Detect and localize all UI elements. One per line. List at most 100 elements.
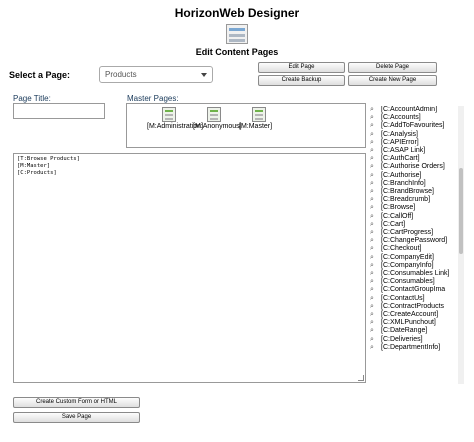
component-label[interactable]: [C:CallOff] [381,213,462,221]
magnifier-icon[interactable]: ⌕ [370,229,381,237]
component-label[interactable]: [C:ContractProducts [381,303,462,311]
magnifier-icon[interactable]: ⌕ [370,139,381,147]
component-list-item[interactable]: ⌕ [C:AccountAdmin] [370,106,462,114]
magnifier-icon[interactable]: ⌕ [370,204,381,212]
save-page-button[interactable]: Save Page [13,412,140,423]
component-list-item[interactable]: ⌕ [C:ContractProducts [370,303,462,311]
magnifier-icon[interactable]: ⌕ [370,237,381,245]
component-label[interactable]: [C:Deliveries] [381,336,462,344]
magnifier-icon[interactable]: ⌕ [370,180,381,188]
component-label[interactable]: [C:APIError] [381,139,462,147]
component-label[interactable]: [C:Authorise Orders] [381,163,462,171]
magnifier-icon[interactable]: ⌕ [370,286,381,294]
component-list-item[interactable]: ⌕ [C:CartProgress] [370,229,462,237]
master-page-icon[interactable] [162,107,176,122]
component-label[interactable]: [C:Checkout] [381,245,462,253]
component-list-item[interactable]: ⌕ [C:BranchInfo] [370,180,462,188]
component-list-item[interactable]: ⌕ [C:DateRange] [370,327,462,335]
master-page-name[interactable]: [M:Anonymous] [193,123,242,130]
component-list-item[interactable]: ⌕ [C:AuthCart] [370,155,462,163]
magnifier-icon[interactable]: ⌕ [370,163,381,171]
component-label[interactable]: [C:AddToFavourites] [381,122,462,130]
component-list-item[interactable]: ⌕ [C:Consumables] [370,278,462,286]
component-label[interactable]: [C:Browse] [381,204,462,212]
component-list-item[interactable]: ⌕ [C:ChangePassword] [370,237,462,245]
component-label[interactable]: [C:Consumables Link] [381,270,462,278]
component-list-item[interactable]: ⌕ [C:Analysis] [370,131,462,139]
component-list-item[interactable]: ⌕ [C:Browse] [370,204,462,212]
magnifier-icon[interactable]: ⌕ [370,245,381,253]
component-list-item[interactable]: ⌕ [C:Deliveries] [370,336,462,344]
resize-grip-icon[interactable] [358,375,364,381]
create-new-page-button[interactable]: Create New Page [348,75,437,86]
delete-page-button[interactable]: Delete Page [348,62,437,73]
magnifier-icon[interactable]: ⌕ [370,122,381,130]
component-label[interactable]: [C:Authorise] [381,172,462,180]
create-custom-form-button[interactable]: Create Custom Form or HTML [13,397,140,408]
component-list-item[interactable]: ⌕ [C:Checkout] [370,245,462,253]
component-label[interactable]: [C:ContactGroupIma [381,286,462,294]
components-scrollbar[interactable] [458,106,464,384]
component-list-item[interactable]: ⌕ [C:ContactGroupIma [370,286,462,294]
component-label[interactable]: [C:AccountAdmin] [381,106,462,114]
magnifier-icon[interactable]: ⌕ [370,319,381,327]
component-label[interactable]: [C:XMLPunchout] [381,319,462,327]
component-list-item[interactable]: ⌕ [C:ContactUs] [370,295,462,303]
master-page-icon[interactable] [207,107,221,122]
component-label[interactable]: [C:Accounts] [381,114,462,122]
component-list-item[interactable]: ⌕ [C:CallOff] [370,213,462,221]
component-label[interactable]: [C:Consumables] [381,278,462,286]
component-list-item[interactable]: ⌕ [C:APIError] [370,139,462,147]
component-list-item[interactable]: ⌕ [C:ASAP Link] [370,147,462,155]
component-list-item[interactable]: ⌕ [C:CreateAccount] [370,311,462,319]
magnifier-icon[interactable]: ⌕ [370,131,381,139]
master-page-name[interactable]: [M:Master] [239,123,272,130]
component-list-item[interactable]: ⌕ [C:CompanyInfo] [370,262,462,270]
component-list-item[interactable]: ⌕ [C:XMLPunchout] [370,319,462,327]
component-list-item[interactable]: ⌕ [C:DepartmentInfo] [370,344,462,352]
magnifier-icon[interactable]: ⌕ [370,221,381,229]
component-label[interactable]: [C:ASAP Link] [381,147,462,155]
component-label[interactable]: [C:AuthCart] [381,155,462,163]
magnifier-icon[interactable]: ⌕ [370,114,381,122]
magnifier-icon[interactable]: ⌕ [370,147,381,155]
magnifier-icon[interactable]: ⌕ [370,344,381,352]
component-label[interactable]: [C:CreateAccount] [381,311,462,319]
magnifier-icon[interactable]: ⌕ [370,188,381,196]
component-list-item[interactable]: ⌕ [C:Consumables Link] [370,270,462,278]
magnifier-icon[interactable]: ⌕ [370,303,381,311]
create-backup-button[interactable]: Create Backup [258,75,345,86]
component-label[interactable]: [C:BranchInfo] [381,180,462,188]
component-label[interactable]: [C:Breadcrumb] [381,196,462,204]
magnifier-icon[interactable]: ⌕ [370,155,381,163]
magnifier-icon[interactable]: ⌕ [370,172,381,180]
component-label[interactable]: [C:CompanyInfo] [381,262,462,270]
component-label[interactable]: [C:DateRange] [381,327,462,335]
component-list-item[interactable]: ⌕ [C:Cart] [370,221,462,229]
magnifier-icon[interactable]: ⌕ [370,327,381,335]
component-list-item[interactable]: ⌕ [C:CompanyEdit] [370,254,462,262]
magnifier-icon[interactable]: ⌕ [370,270,381,278]
master-page-icon[interactable] [252,107,266,122]
magnifier-icon[interactable]: ⌕ [370,311,381,319]
component-list-item[interactable]: ⌕ [C:Authorise Orders] [370,163,462,171]
component-label[interactable]: [C:CompanyEdit] [381,254,462,262]
component-list-item[interactable]: ⌕ [C:Authorise] [370,172,462,180]
magnifier-icon[interactable]: ⌕ [370,295,381,303]
page-select-dropdown[interactable]: Products [99,66,213,83]
magnifier-icon[interactable]: ⌕ [370,254,381,262]
scroll-thumb[interactable] [459,168,463,254]
component-label[interactable]: [C:ContactUs] [381,295,462,303]
magnifier-icon[interactable]: ⌕ [370,336,381,344]
component-label[interactable]: [C:DepartmentInfo] [381,344,462,352]
magnifier-icon[interactable]: ⌕ [370,262,381,270]
magnifier-icon[interactable]: ⌕ [370,278,381,286]
component-label[interactable]: [C:Cart] [381,221,462,229]
component-list-item[interactable]: ⌕ [C:Accounts] [370,114,462,122]
component-label[interactable]: [C:BrandBrowse] [381,188,462,196]
component-label[interactable]: [C:Analysis] [381,131,462,139]
component-label[interactable]: [C:CartProgress] [381,229,462,237]
page-content-editor[interactable]: [T:Browse Products] [M:Master] [C:Produc… [13,153,366,383]
page-title-input[interactable] [13,103,105,119]
component-list-item[interactable]: ⌕ [C:AddToFavourites] [370,122,462,130]
